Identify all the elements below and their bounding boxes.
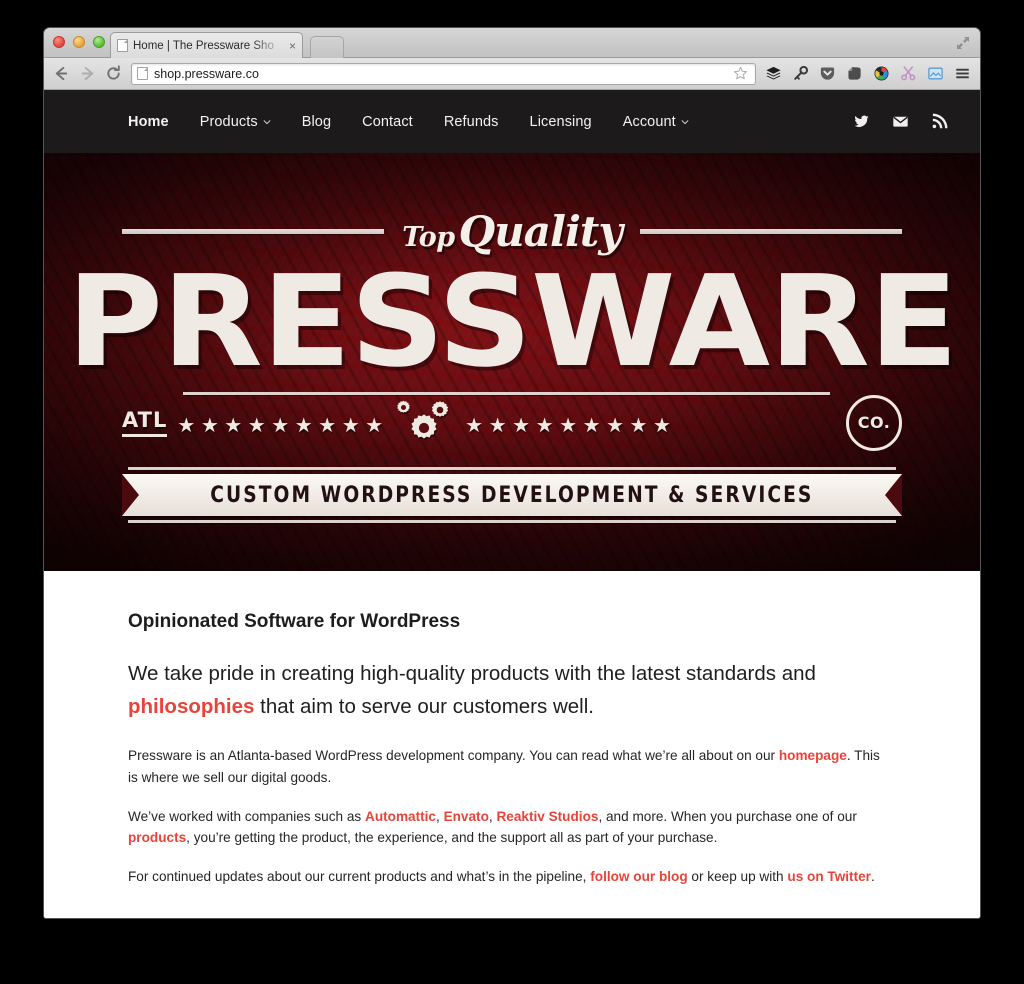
p2-text-4: , and more. When you purchase one of our bbox=[598, 808, 857, 824]
divider-rule bbox=[122, 228, 385, 234]
forward-arrow-icon[interactable] bbox=[79, 65, 96, 82]
window-icon[interactable] bbox=[927, 65, 944, 82]
browser-tab[interactable]: Home | The Pressware Sho × bbox=[110, 32, 303, 58]
color-circle-icon[interactable] bbox=[873, 65, 890, 82]
browser-titlebar: Home | The Pressware Sho × bbox=[44, 28, 980, 58]
nav-item-label: Products bbox=[199, 113, 258, 130]
nav-item-refunds[interactable]: Refunds bbox=[444, 114, 499, 130]
hero-company-mark: CO. bbox=[846, 394, 902, 451]
browser-window: Home | The Pressware Sho × shop.presswar… bbox=[44, 28, 980, 918]
reaktiv-studios-link[interactable]: Reaktiv Studios bbox=[496, 809, 598, 824]
nav-item-licensing[interactable]: Licensing bbox=[530, 114, 592, 130]
extension-toolbar bbox=[765, 65, 971, 82]
back-arrow-icon[interactable] bbox=[53, 65, 70, 82]
browser-tab-title: Home | The Pressware Sho bbox=[133, 39, 274, 52]
divider-rule bbox=[128, 520, 896, 524]
p1-text-1: Pressware is an Atlanta-based WordPress … bbox=[128, 748, 779, 764]
nav-item-label: Licensing bbox=[529, 113, 592, 130]
hero-ribbon-text: CUSTOM WORDPRESS DEVELOPMENT & SERVICES bbox=[210, 482, 814, 508]
minimize-window-button[interactable] bbox=[73, 36, 85, 48]
nav-item-account[interactable]: Account bbox=[623, 114, 689, 130]
gears-icon bbox=[393, 399, 455, 453]
automattic-link[interactable]: Automattic bbox=[365, 809, 436, 824]
address-bar[interactable]: shop.pressware.co bbox=[131, 62, 756, 85]
envato-link[interactable]: Envato bbox=[444, 809, 489, 824]
fullscreen-arrows-icon[interactable] bbox=[956, 36, 970, 50]
nav-item-products[interactable]: Products bbox=[200, 114, 271, 130]
nav-item-contact[interactable]: Contact bbox=[362, 114, 413, 130]
nav-links: Home Products Blog Contact Refunds Licen… bbox=[128, 114, 853, 130]
page-icon bbox=[137, 67, 148, 80]
hero-banner: TopQuality PRESSWARE ATL ★ ★ ★ ★ ★ ★ ★ ★… bbox=[44, 153, 980, 571]
nav-item-label: Refunds bbox=[443, 113, 499, 130]
nav-item-label: Home bbox=[128, 113, 169, 130]
p3-text-3: . bbox=[870, 869, 875, 885]
paragraph-1: Pressware is an Atlanta-based WordPress … bbox=[128, 745, 884, 787]
url-text[interactable]: shop.pressware.co bbox=[154, 67, 727, 81]
page-content: Opinionated Software for WordPress We ta… bbox=[44, 571, 980, 888]
bookmark-star-icon[interactable] bbox=[733, 66, 748, 81]
divider-rule bbox=[183, 392, 830, 396]
hero-badge-row: ATL ★ ★ ★ ★ ★ ★ ★ ★ ★ ★ ★ ★ ★ ★ ★ ★ ★ ★ … bbox=[122, 392, 902, 453]
us-on-twitter-link[interactable]: us on Twitter bbox=[787, 869, 871, 884]
hero-stars-left: ★ ★ ★ ★ ★ ★ ★ ★ ★ bbox=[177, 415, 384, 438]
p2-text-5: , you’re getting the product, the experi… bbox=[186, 830, 718, 846]
maximize-window-button[interactable] bbox=[93, 36, 105, 48]
browser-toolbar: shop.pressware.co bbox=[44, 58, 980, 90]
close-icon[interactable]: × bbox=[289, 40, 296, 52]
window-controls bbox=[53, 36, 105, 48]
lead-paragraph: We take pride in creating high-quality p… bbox=[128, 657, 884, 723]
site-navigation: Home Products Blog Contact Refunds Licen… bbox=[44, 90, 980, 153]
key-icon[interactable] bbox=[792, 65, 809, 82]
hero-ribbon: CUSTOM WORDPRESS DEVELOPMENT & SERVICES bbox=[122, 467, 902, 524]
close-window-button[interactable] bbox=[53, 36, 65, 48]
email-icon[interactable] bbox=[892, 113, 909, 130]
pocket-icon[interactable] bbox=[819, 65, 836, 82]
philosophies-link[interactable]: philosophies bbox=[128, 695, 254, 718]
page-title: Opinionated Software for WordPress bbox=[128, 611, 461, 632]
hamburger-menu-icon[interactable] bbox=[954, 65, 971, 82]
p2-text-2: , bbox=[436, 808, 444, 824]
lead-text-after: that aim to serve our customers well. bbox=[254, 695, 594, 719]
products-link[interactable]: products bbox=[128, 830, 186, 845]
lead-text-before: We take pride in creating high-quality p… bbox=[128, 662, 816, 685]
nav-item-label: Blog bbox=[301, 113, 332, 130]
rss-icon[interactable] bbox=[931, 113, 948, 130]
homepage-link[interactable]: homepage bbox=[779, 748, 847, 763]
p2-text-1: We’ve worked with companies such as bbox=[128, 808, 365, 824]
reload-icon[interactable] bbox=[105, 65, 122, 82]
nav-item-blog[interactable]: Blog bbox=[302, 114, 331, 130]
evernote-icon[interactable] bbox=[846, 65, 863, 82]
p3-text-2: or keep up with bbox=[687, 869, 788, 885]
twitter-icon[interactable] bbox=[853, 113, 870, 130]
follow-our-blog-link[interactable]: follow our blog bbox=[590, 869, 687, 884]
nav-item-label: Account bbox=[622, 113, 676, 130]
chevron-down-icon bbox=[263, 119, 271, 124]
page-icon bbox=[117, 39, 128, 52]
paragraph-3: For continued updates about our current … bbox=[128, 866, 884, 887]
p3-text-1: For continued updates about our current … bbox=[128, 869, 591, 885]
divider-rule bbox=[128, 467, 896, 471]
new-tab-button[interactable] bbox=[310, 36, 344, 58]
scissors-icon[interactable] bbox=[900, 65, 917, 82]
layers-icon[interactable] bbox=[765, 65, 782, 82]
hero-stars-right: ★ ★ ★ ★ ★ ★ ★ ★ ★ bbox=[465, 415, 671, 438]
hero-city-mark: ATL bbox=[122, 408, 168, 438]
hero-wordmark: PRESSWARE bbox=[66, 247, 959, 395]
chevron-down-icon bbox=[681, 119, 689, 124]
nav-item-home[interactable]: Home bbox=[128, 114, 169, 130]
divider-rule bbox=[639, 228, 903, 234]
nav-item-label: Contact bbox=[362, 113, 413, 130]
paragraph-2: We’ve worked with companies such as Auto… bbox=[128, 806, 884, 848]
social-links bbox=[853, 113, 948, 130]
